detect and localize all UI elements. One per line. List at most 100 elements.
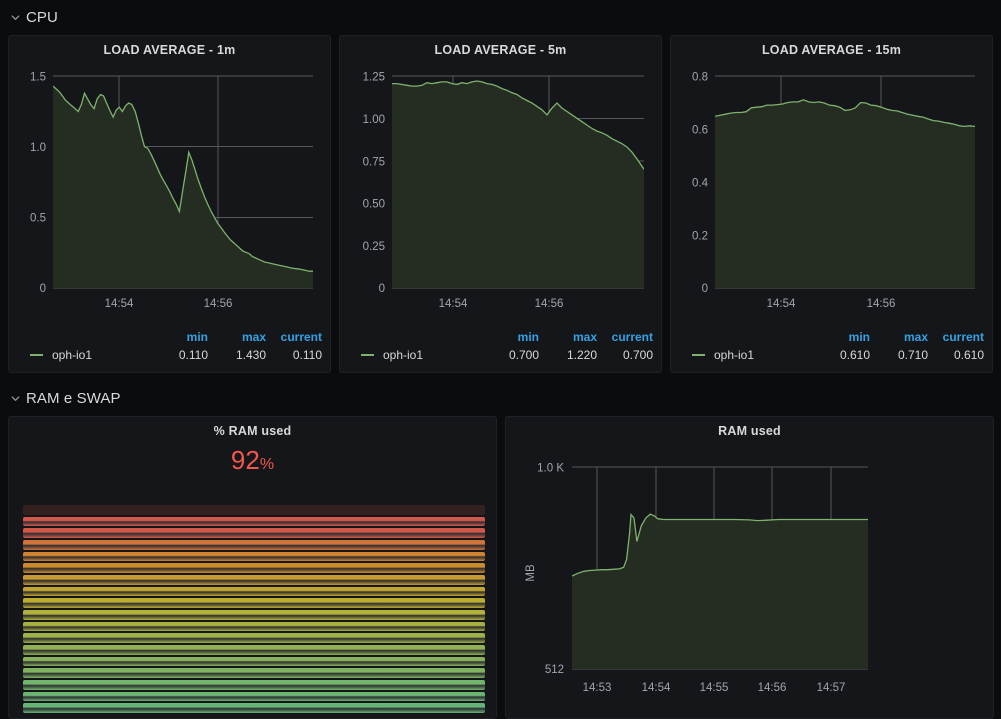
chevron-down-icon — [9, 11, 21, 23]
legend-value-current: 0.110 — [266, 348, 330, 362]
legend-header-current: current — [266, 330, 330, 344]
panel-load-average-1m[interactable]: LOAD AVERAGE - 1m 1.5 1.0 0.5 0 14:54 14… — [8, 35, 331, 373]
svg-text:14:53: 14:53 — [583, 682, 612, 694]
legend-header-row: min max current — [9, 328, 330, 345]
legend-series-name-wrap[interactable]: oph-io1 — [340, 348, 481, 362]
legend-series-label: oph-io1 — [383, 348, 423, 362]
svg-text:14:56: 14:56 — [535, 298, 564, 310]
svg-text:512: 512 — [545, 664, 564, 676]
svg-text:1.0 K: 1.0 K — [537, 463, 564, 475]
row-header-cpu[interactable]: CPU — [0, 2, 1001, 32]
legend-header-row: min max current — [340, 328, 661, 345]
graph-svg-ram-used: 1.0 K 512 MB 14:53 14:54 14:55 14:56 14:… — [506, 439, 994, 717]
bar-gauge-segment — [23, 668, 485, 678]
legend-header-max: max — [208, 330, 266, 344]
bar-gauge-segment — [23, 610, 485, 620]
legend-series-name-wrap[interactable]: oph-io1 — [671, 348, 812, 362]
svg-text:14:56: 14:56 — [867, 298, 896, 310]
legend-header-max: max — [539, 330, 597, 344]
series-color-line-icon — [692, 354, 705, 356]
svg-text:0.8: 0.8 — [692, 72, 708, 84]
panel-title-load-1m: LOAD AVERAGE - 1m — [9, 36, 330, 57]
legend-header-current: current — [928, 330, 992, 344]
legend-header-current: current — [597, 330, 661, 344]
chevron-down-icon — [9, 392, 21, 404]
series-color-line-icon — [361, 354, 374, 356]
legend-value-current: 0.610 — [928, 348, 992, 362]
svg-text:14:54: 14:54 — [767, 298, 796, 310]
svg-text:14:54: 14:54 — [642, 682, 671, 694]
bar-gauge-segment — [23, 563, 485, 573]
svg-text:0.5: 0.5 — [30, 213, 46, 225]
series-color-line-icon — [30, 354, 43, 356]
legend-series-row[interactable]: oph-io1 0.700 1.220 0.700 — [340, 345, 661, 364]
legend-header-min: min — [481, 330, 539, 344]
bar-gauge-segment — [23, 622, 485, 632]
legend-value-max: 0.710 — [870, 348, 928, 362]
svg-text:14:56: 14:56 — [204, 298, 233, 310]
legend-header-max: max — [870, 330, 928, 344]
legend-series-name-wrap[interactable]: oph-io1 — [9, 348, 150, 362]
bar-gauge-segment — [23, 587, 485, 597]
legend-value-min: 0.110 — [150, 348, 208, 362]
legend-series-row[interactable]: oph-io1 0.110 1.430 0.110 — [9, 345, 330, 364]
graph-load-1m[interactable]: 1.5 1.0 0.5 0 14:54 14:56 — [9, 62, 330, 327]
panel-ram-used[interactable]: RAM used 1.0 K 512 MB 14:53 14:54 14:55 … — [505, 416, 994, 719]
bar-gauge-segment — [23, 657, 485, 667]
bar-gauge-segment — [23, 692, 485, 702]
bar-gauge-segment — [23, 552, 485, 562]
legend-series-row[interactable]: oph-io1 0.610 0.710 0.610 — [671, 345, 992, 364]
legend-load-1m: min max current oph-io1 0.110 1.430 0.11… — [9, 328, 330, 364]
row-title-cpu: CPU — [26, 9, 58, 26]
grafana-dashboard: CPU LOAD AVERAGE - 1m 1.5 1.0 0.5 0 14:5… — [0, 0, 1001, 719]
panel-load-average-15m[interactable]: LOAD AVERAGE - 15m 0.8 0.6 0.4 0.2 0 14:… — [670, 35, 993, 373]
svg-text:1.00: 1.00 — [363, 114, 385, 126]
svg-text:0.25: 0.25 — [363, 241, 385, 253]
bar-gauge-segment — [23, 505, 485, 515]
graph-svg-load-5m: 1.25 1.00 0.75 0.50 0.25 0 14:54 14:56 — [340, 62, 662, 327]
row-header-ram-swap[interactable]: RAM e SWAP — [0, 383, 1001, 413]
svg-text:14:56: 14:56 — [758, 682, 787, 694]
legend-value-min: 0.700 — [481, 348, 539, 362]
svg-text:0.4: 0.4 — [692, 178, 709, 190]
row-title-ram-swap: RAM e SWAP — [26, 390, 121, 407]
svg-text:1.0: 1.0 — [30, 142, 46, 154]
svg-text:0.6: 0.6 — [692, 125, 708, 137]
svg-text:0.2: 0.2 — [692, 231, 708, 243]
panel-title-ram-percent: % RAM used — [9, 417, 496, 438]
panel-load-average-5m[interactable]: LOAD AVERAGE - 5m 1.25 1.00 0.75 0.50 0.… — [339, 35, 662, 373]
ram-percent-unit: % — [260, 456, 274, 473]
svg-text:1.5: 1.5 — [30, 72, 46, 84]
bar-gauge-segment — [23, 633, 485, 643]
ram-percent-number: 92 — [231, 445, 260, 475]
svg-text:1.25: 1.25 — [363, 72, 385, 84]
bar-gauge-segment — [23, 680, 485, 690]
panel-ram-percent-used[interactable]: % RAM used 92% — [8, 416, 497, 719]
svg-text:0.75: 0.75 — [363, 157, 385, 169]
panel-title-ram-used: RAM used — [506, 417, 993, 438]
ram-percent-value: 92% — [9, 447, 496, 473]
bar-gauge-segment — [23, 645, 485, 655]
graph-svg-load-1m: 1.5 1.0 0.5 0 14:54 14:56 — [9, 62, 331, 327]
svg-text:14:54: 14:54 — [105, 298, 134, 310]
legend-value-max: 1.220 — [539, 348, 597, 362]
bar-gauge-segment — [23, 598, 485, 608]
bar-gauge-segment — [23, 540, 485, 550]
graph-ram-used[interactable]: 1.0 K 512 MB 14:53 14:54 14:55 14:56 14:… — [506, 439, 993, 717]
legend-value-min: 0.610 — [812, 348, 870, 362]
legend-series-label: oph-io1 — [714, 348, 754, 362]
legend-header-min: min — [150, 330, 208, 344]
legend-load-15m: min max current oph-io1 0.610 0.710 0.61… — [671, 328, 992, 364]
svg-text:MB: MB — [525, 564, 537, 582]
svg-text:0: 0 — [40, 283, 46, 295]
bar-gauge-segment — [23, 528, 485, 538]
legend-value-max: 1.430 — [208, 348, 266, 362]
graph-load-5m[interactable]: 1.25 1.00 0.75 0.50 0.25 0 14:54 14:56 — [340, 62, 661, 327]
svg-text:14:54: 14:54 — [439, 298, 468, 310]
svg-text:14:57: 14:57 — [817, 682, 846, 694]
bar-gauge-segment — [23, 517, 485, 527]
legend-series-label: oph-io1 — [52, 348, 92, 362]
panel-title-load-5m: LOAD AVERAGE - 5m — [340, 36, 661, 57]
graph-load-15m[interactable]: 0.8 0.6 0.4 0.2 0 14:54 14:56 — [671, 62, 992, 327]
legend-header-row: min max current — [671, 328, 992, 345]
